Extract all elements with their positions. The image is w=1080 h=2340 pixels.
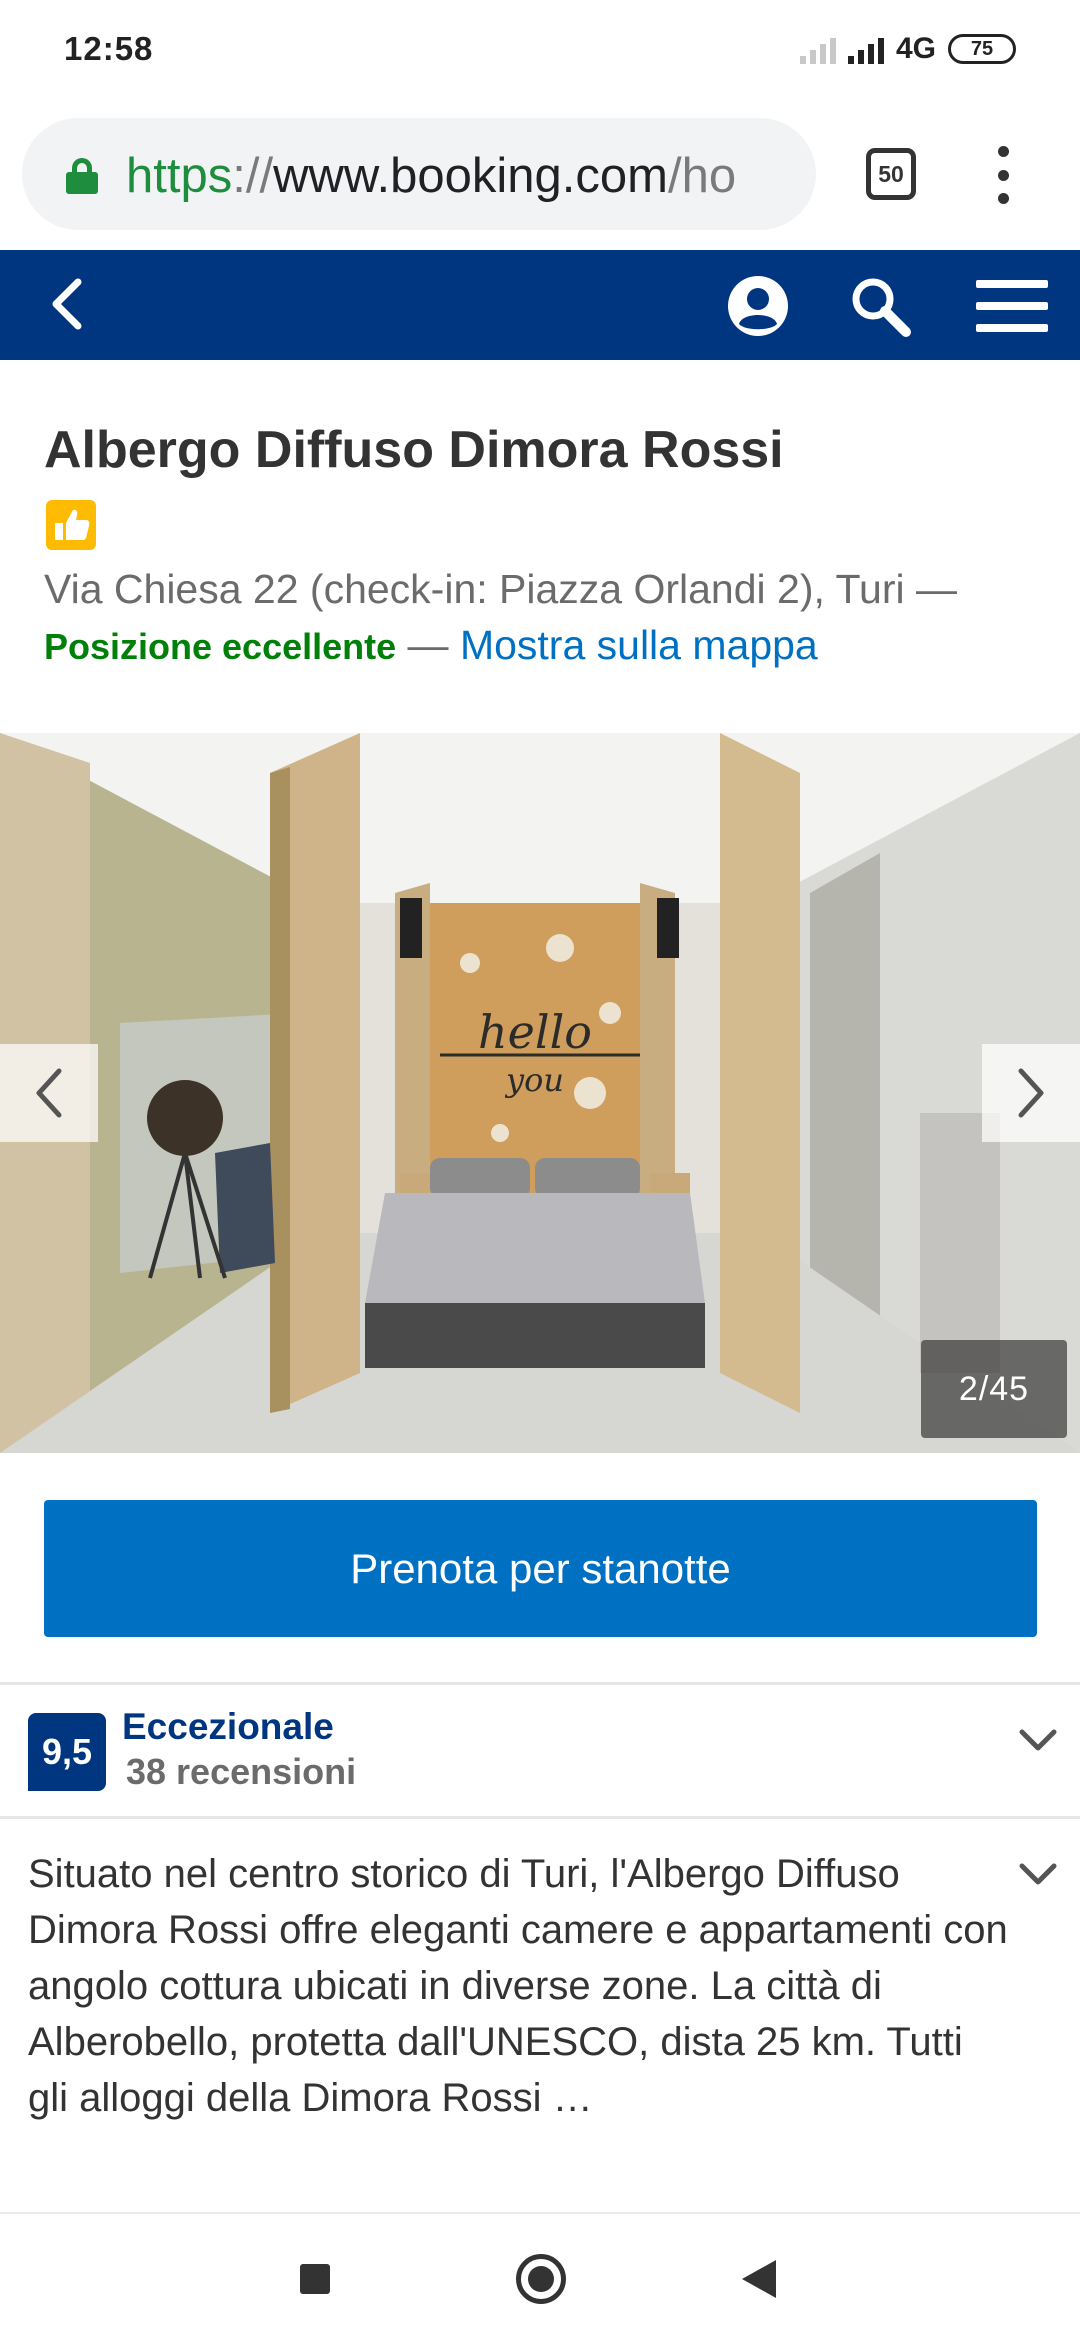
- search-icon[interactable]: [848, 274, 912, 338]
- recents-icon[interactable]: [300, 2264, 330, 2294]
- system-navigation-bar: [0, 2212, 1080, 2340]
- browser-toolbar: https://www.booking.com/ho 50: [0, 104, 1080, 250]
- url-host: www.booking.com: [273, 149, 668, 203]
- svg-text:you: you: [504, 1061, 564, 1099]
- review-score-badge: 9,5: [28, 1713, 106, 1791]
- chevron-left-icon: [36, 1068, 62, 1118]
- gallery-prev-button[interactable]: [0, 1044, 98, 1142]
- hotel-room-photo: hello you: [0, 733, 1080, 1453]
- status-time: 12:58: [64, 30, 154, 67]
- chevron-down-icon[interactable]: [1018, 1862, 1058, 1888]
- photo-counter: 2/45: [921, 1340, 1067, 1438]
- location-dash: —: [396, 622, 460, 668]
- signal-strong-icon: [847, 34, 884, 64]
- more-menu-icon[interactable]: [994, 146, 1012, 204]
- home-icon[interactable]: [516, 2254, 566, 2304]
- url-scheme: https: [126, 149, 233, 203]
- menu-icon[interactable]: [976, 280, 1048, 332]
- gallery-next-button[interactable]: [982, 1044, 1080, 1142]
- hotel-description: Situato nel centro storico di Turi, l'Al…: [28, 1852, 1008, 2120]
- hotel-name: Albergo Diffuso Dimora Rossi: [44, 421, 784, 479]
- url-path: /ho: [667, 149, 737, 203]
- thumbs-up-icon: [46, 500, 96, 550]
- divider: [0, 1682, 1080, 1685]
- photo-gallery[interactable]: hello you 2/45: [0, 733, 1080, 1453]
- book-tonight-button[interactable]: Prenota per stanotte: [44, 1500, 1037, 1637]
- back-icon[interactable]: [40, 274, 100, 334]
- show-on-map-link[interactable]: Mostra sulla mappa: [460, 622, 818, 668]
- divider: [0, 1816, 1080, 1819]
- battery-level: 75: [970, 37, 994, 60]
- url-text[interactable]: https://www.booking.com/ho: [126, 148, 736, 204]
- chevron-right-icon: [1018, 1068, 1044, 1118]
- signal-weak-icon: [799, 34, 836, 64]
- status-icons: 4G 75: [799, 32, 1016, 66]
- status-bar: 12:58 4G 75: [0, 0, 1080, 104]
- url-separator: ://: [232, 149, 274, 203]
- account-icon[interactable]: [726, 274, 790, 338]
- back-nav-icon[interactable]: [742, 2260, 776, 2298]
- tab-count: 50: [878, 160, 904, 187]
- location-rating: Posizione eccellente: [44, 626, 397, 667]
- chevron-down-icon[interactable]: [1018, 1728, 1058, 1754]
- hotel-address: Via Chiesa 22 (check-in: Piazza Orlandi …: [44, 566, 958, 612]
- tab-switcher-button[interactable]: 50: [866, 148, 916, 200]
- review-label: Eccezionale: [122, 1706, 334, 1747]
- location-line: Posizione eccellente — Mostra sulla mapp…: [44, 622, 818, 669]
- network-type: 4G: [895, 32, 936, 65]
- site-header: [0, 250, 1080, 360]
- review-count: 38 recensioni: [126, 1751, 357, 1792]
- lock-icon: [66, 158, 98, 194]
- url-bar[interactable]: https://www.booking.com/ho: [22, 118, 816, 230]
- svg-text:hello: hello: [478, 1005, 592, 1059]
- battery-icon: 75: [948, 34, 1016, 64]
